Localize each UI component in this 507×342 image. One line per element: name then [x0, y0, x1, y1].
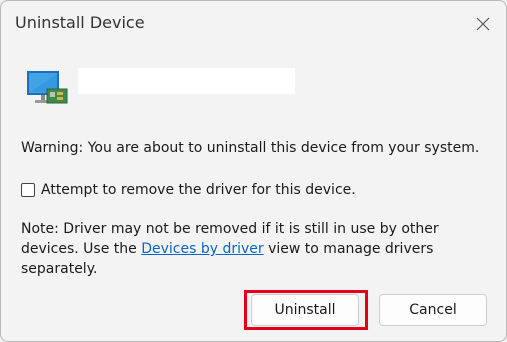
- close-icon: [476, 17, 490, 31]
- close-button[interactable]: [460, 1, 506, 47]
- warning-text: Warning: You are about to uninstall this…: [21, 140, 480, 156]
- uninstall-device-dialog: Uninstall Device Warning: You are about …: [0, 0, 507, 342]
- note-text: Note: Driver may not be removed if it is…: [21, 219, 491, 279]
- uninstall-button[interactable]: Uninstall: [251, 294, 359, 326]
- devices-by-driver-link[interactable]: Devices by driver: [141, 241, 263, 257]
- device-name-field: [78, 68, 295, 94]
- dialog-title: Uninstall Device: [15, 13, 145, 32]
- cancel-button[interactable]: Cancel: [379, 294, 487, 326]
- monitor-device-icon: [27, 71, 68, 104]
- remove-driver-checkbox[interactable]: [21, 183, 35, 197]
- title-bar: Uninstall Device: [1, 1, 506, 47]
- remove-driver-label: Attempt to remove the driver for this de…: [41, 182, 356, 198]
- remove-driver-option[interactable]: Attempt to remove the driver for this de…: [21, 182, 356, 198]
